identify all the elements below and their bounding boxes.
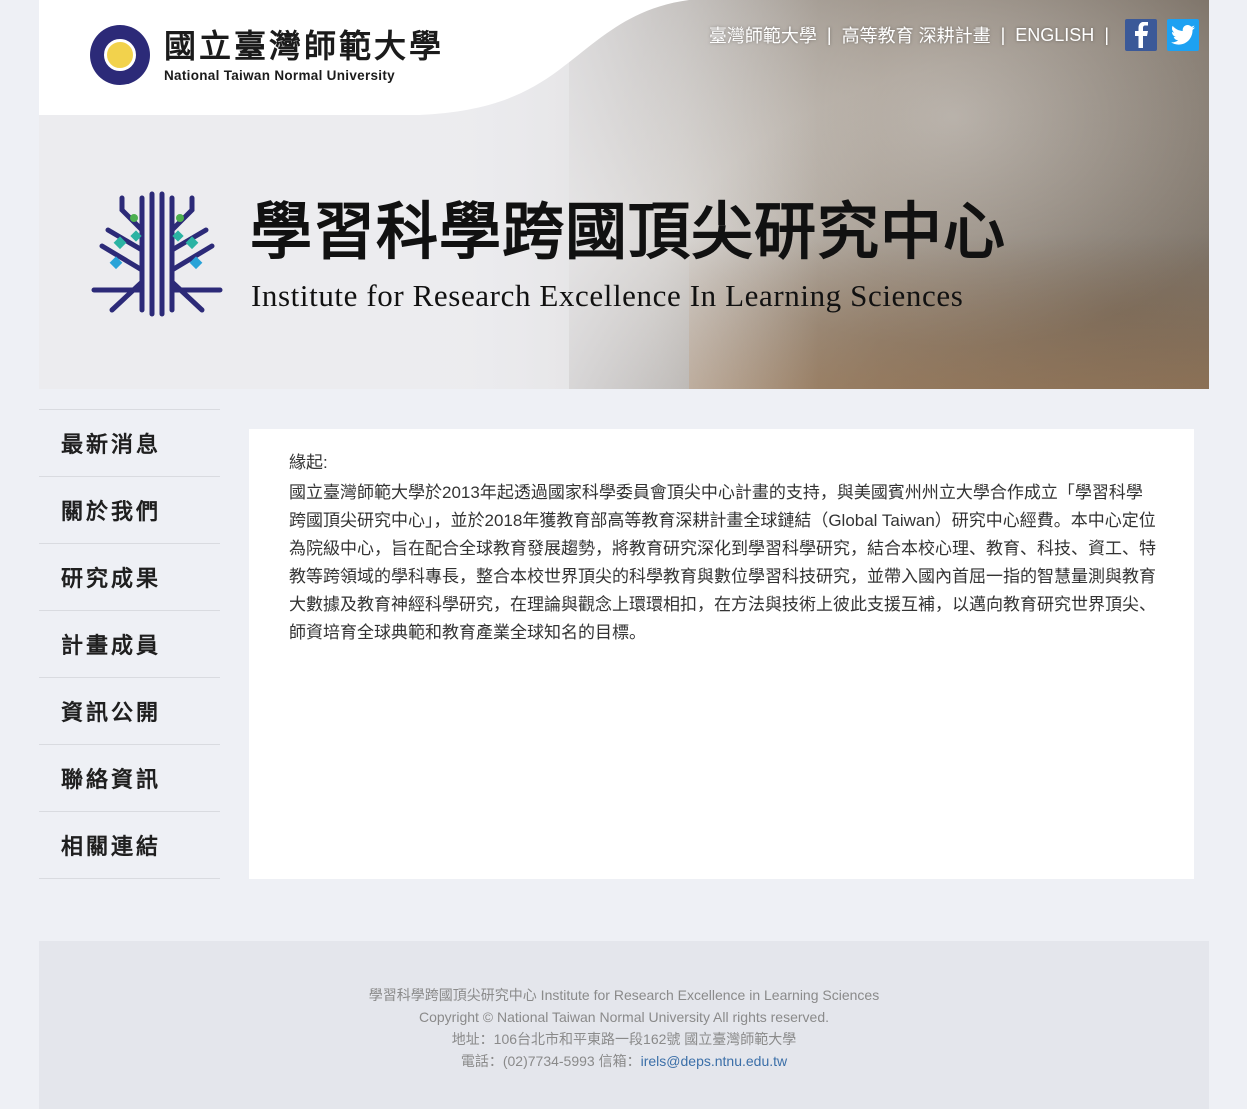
institute-title-zh: 學習科學跨國頂尖研究中心 [250,195,1007,268]
sidebar-item-label: 相關連結 [61,834,162,860]
main-content: 緣起: 國立臺灣師範大學於2013年起透過國家科學委員會頂尖中心計畫的支持，與美… [249,429,1194,879]
facebook-icon[interactable] [1125,19,1157,51]
sidebar-item-research[interactable]: 研究成果 [39,544,220,611]
sidebar-item-disclosure[interactable]: 資訊公開 [39,678,220,745]
top-links: 臺灣師範大學 | 高等教育 深耕計畫 | ENGLISH | [709,19,1199,51]
university-seal-icon [90,25,150,85]
content-heading: 緣起: [289,453,328,472]
sidebar-item-about[interactable]: 關於我們 [39,477,220,544]
footer-phone: 電話：(02)7734-5993 信箱： [460,1053,641,1069]
footer-contact: 電話：(02)7734-5993 信箱：irels@deps.ntnu.edu.… [39,1050,1209,1072]
top-link-separator: | [1104,24,1109,45]
footer-institute-name: 學習科學跨國頂尖研究中心 Institute for Research Exce… [368,987,880,1003]
top-link-separator: | [826,24,832,45]
sidebar-item-label: 最新消息 [61,432,162,458]
sidebar-item-contact[interactable]: 聯絡資訊 [39,745,220,812]
top-link-separator: | [1000,24,1006,45]
university-name-en: National Taiwan Normal University [164,67,395,83]
sidebar-nav: 最新消息 關於我們 研究成果 計畫成員 資訊公開 聯絡資訊 相關連結 [39,409,220,879]
top-link-english[interactable]: ENGLISH [1015,25,1094,46]
top-link-usr[interactable]: 高等教育 深耕計畫 [842,22,991,48]
sidebar-item-links[interactable]: 相關連結 [39,812,220,879]
footer: 學習科學跨國頂尖研究中心 Institute for Research Exce… [39,941,1209,1109]
footer-address: 地址：106台北市和平東路一段162號 國立臺灣師範大學 [451,1031,797,1047]
content-body: 國立臺灣師範大學於2013年起透過國家科學委員會頂尖中心計畫的支持，與美國賓州州… [289,483,1156,642]
sidebar-item-label: 資訊公開 [61,700,162,726]
sidebar-item-label: 計畫成員 [61,633,162,659]
sidebar-item-label: 聯絡資訊 [61,767,162,793]
university-name-zh: 國立臺灣師範大學 [164,26,445,65]
institute-logo-icon [91,191,223,317]
footer-copyright: Copyright © National Taiwan Normal Unive… [419,1009,829,1025]
sidebar-item-label: 關於我們 [61,499,162,525]
sidebar-item-members[interactable]: 計畫成員 [39,611,220,678]
sidebar-item-label: 研究成果 [61,566,162,592]
university-logo[interactable]: 國立臺灣師範大學 National Taiwan Normal Universi… [90,25,444,85]
twitter-icon[interactable] [1167,19,1199,51]
top-link-ntnu[interactable]: 臺灣師範大學 [709,22,817,48]
sidebar-item-news[interactable]: 最新消息 [39,410,220,477]
footer-email-link[interactable]: irels@deps.ntnu.edu.tw [641,1053,788,1069]
institute-title-en: Institute for Research Excellence In Lea… [251,278,964,313]
